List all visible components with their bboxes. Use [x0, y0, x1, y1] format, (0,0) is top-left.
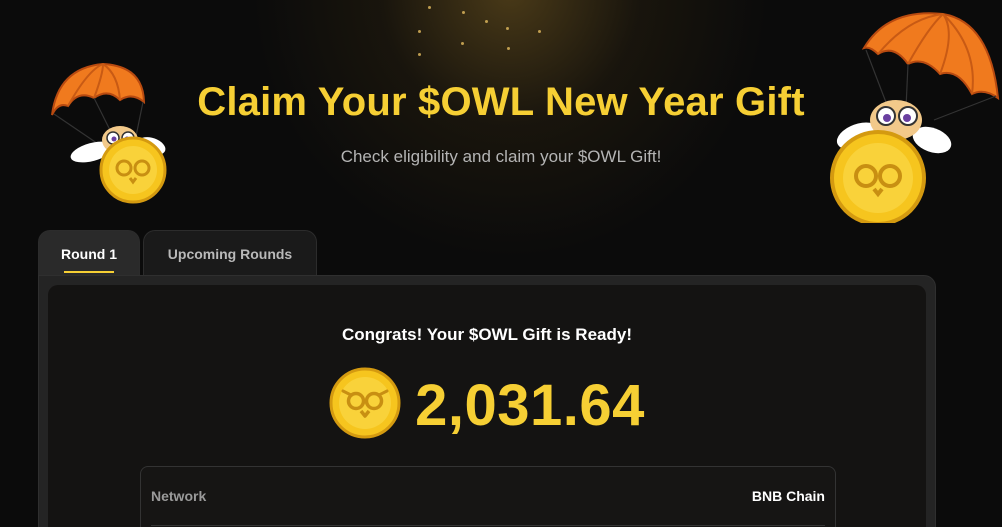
tab-round-1[interactable]: Round 1 [38, 230, 140, 276]
tab-label: Upcoming Rounds [167, 245, 293, 262]
claim-details: Network BNB Chain [140, 466, 836, 527]
gift-amount-row: 2,031.64 [48, 367, 926, 444]
page-subtitle: Check eligibility and claim your $OWL Gi… [340, 147, 662, 166]
congrats-message: Congrats! Your $OWL Gift is Ready! [342, 325, 632, 344]
tab-label: Round 1 [61, 245, 117, 262]
detail-row-network: Network BNB Chain [141, 467, 835, 525]
sparkle [418, 30, 421, 33]
page-title: Claim Your $OWL New Year Gift [197, 80, 805, 124]
gift-amount: 2,031.64 [415, 373, 645, 438]
claim-card: Congrats! Your $OWL Gift is Ready! 2,031… [48, 285, 926, 527]
tab-upcoming-rounds[interactable]: Upcoming Rounds [143, 230, 317, 276]
active-tab-indicator [64, 271, 114, 273]
sparkle [428, 6, 431, 9]
claim-panel: Congrats! Your $OWL Gift is Ready! 2,031… [38, 275, 936, 527]
sparkle [506, 27, 509, 30]
sparkle [507, 47, 510, 50]
network-label: Network [151, 488, 207, 504]
owl-coin-icon [329, 367, 401, 444]
sparkle [538, 30, 541, 33]
sparkle [418, 53, 421, 56]
sparkle [485, 20, 488, 23]
background-glow [250, 0, 770, 260]
divider [151, 525, 825, 526]
round-tabs: Round 1 Upcoming Rounds [38, 230, 317, 276]
sparkle [462, 11, 465, 14]
sparkle [461, 42, 464, 45]
network-value: BNB Chain [751, 488, 825, 504]
